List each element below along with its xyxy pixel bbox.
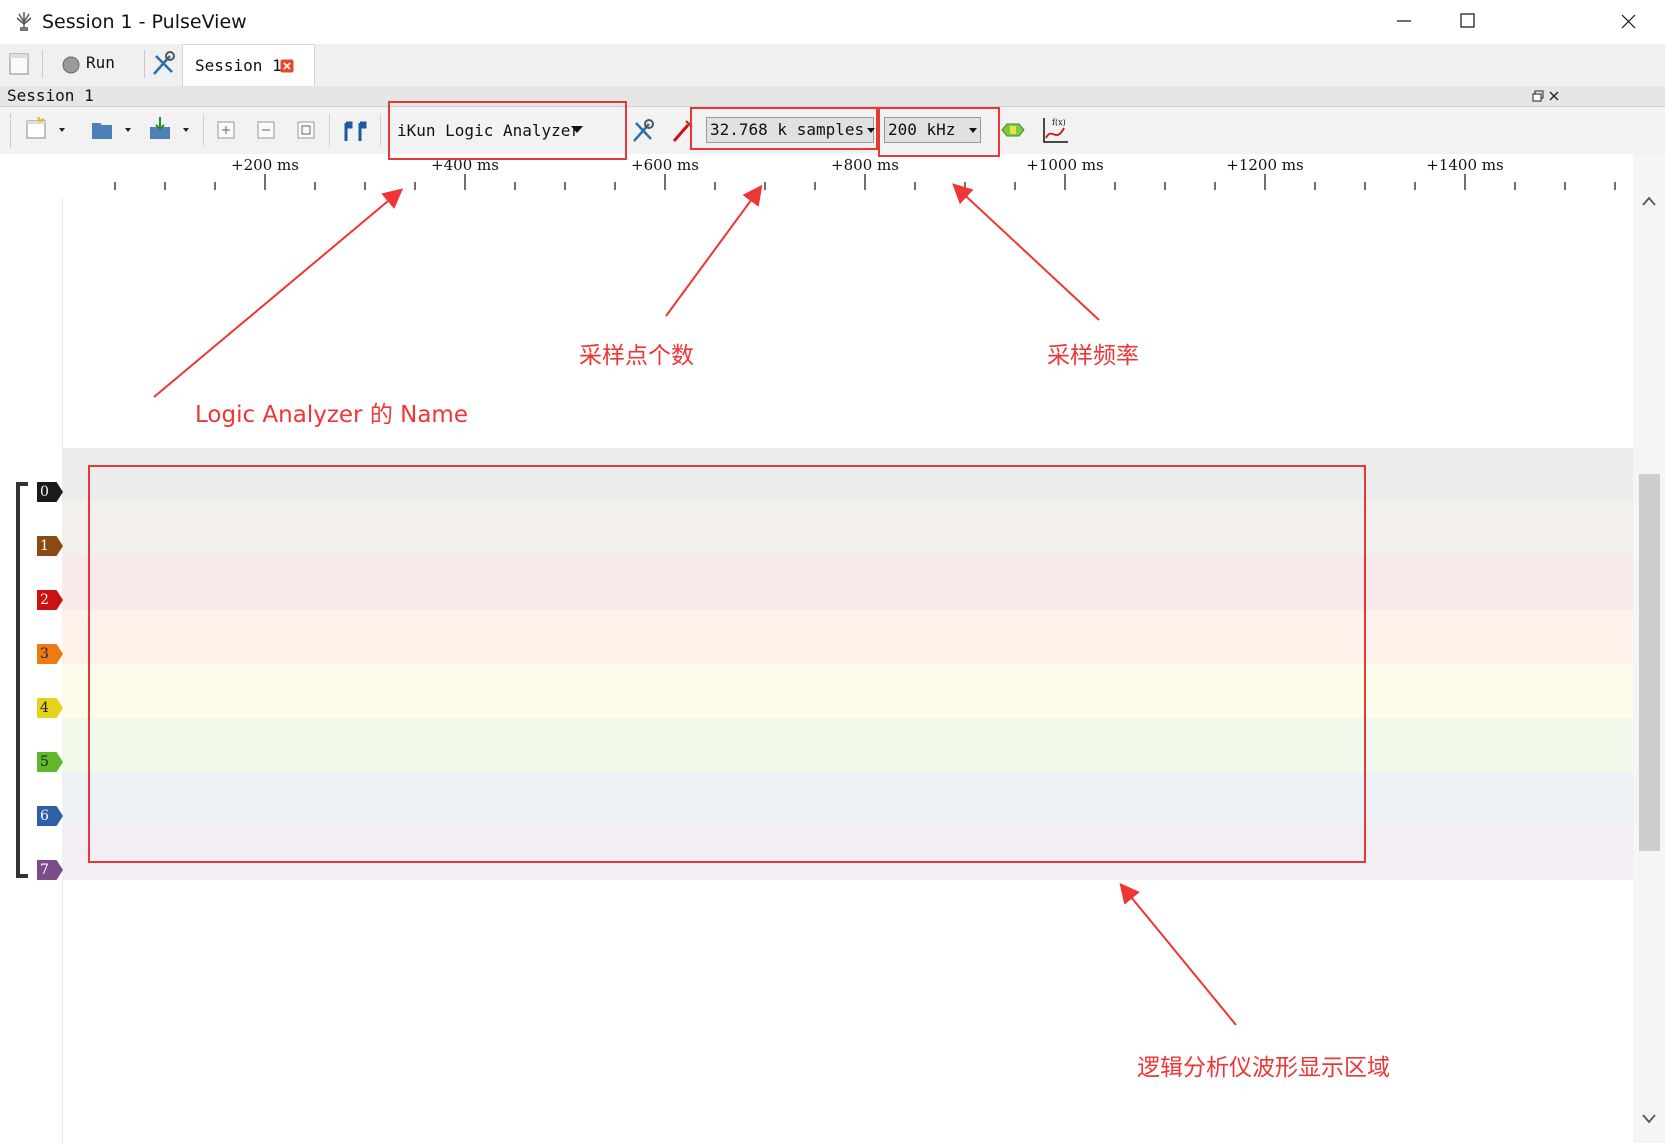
arrow-to-sample-rate bbox=[952, 183, 1100, 321]
arrow-to-waveform-area bbox=[1119, 882, 1237, 1026]
annotation-sample-rate-label: 采样频率 bbox=[1047, 343, 1139, 369]
annotation-sample-count-label: 采样点个数 bbox=[579, 343, 694, 369]
annotation-display-area-label: 逻辑分析仪波形显示区域 bbox=[1137, 1055, 1390, 1081]
annotation-device-name-label: Logic Analyzer 的 Name bbox=[195, 402, 468, 428]
arrow-to-sample-count bbox=[665, 184, 763, 317]
annotation-arrows bbox=[153, 183, 1237, 1026]
arrow-to-device-name bbox=[153, 188, 404, 398]
